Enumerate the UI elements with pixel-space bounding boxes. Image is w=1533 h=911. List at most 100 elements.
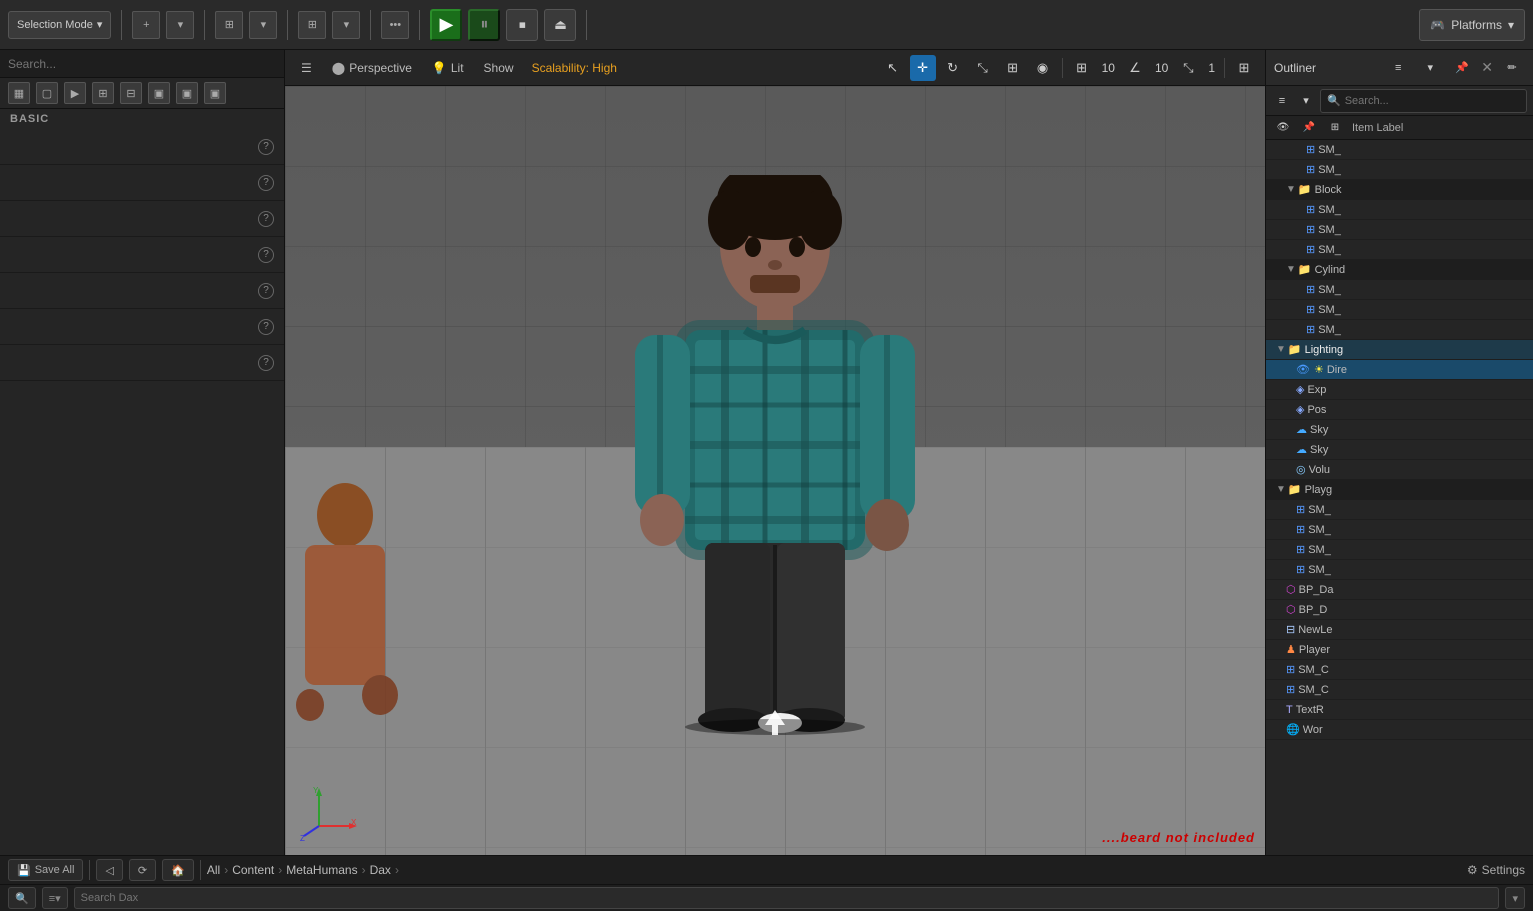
list-item[interactable]: ? (0, 201, 284, 237)
mode-icon-8[interactable]: ▣ (204, 82, 226, 104)
snap-dropdown[interactable]: ▾ (249, 11, 277, 39)
search-icon-button[interactable]: 🔍 (8, 887, 36, 909)
breadcrumb-dax[interactable]: Dax (370, 863, 391, 877)
tree-item[interactable]: ⊞ SM_ (1266, 220, 1533, 240)
help-icon-5[interactable]: ? (258, 283, 274, 299)
help-icon-3[interactable]: ? (258, 211, 274, 227)
outliner-close-button[interactable]: ✕ (1481, 59, 1493, 76)
outliner-pin-button[interactable]: 📌 (1449, 55, 1475, 81)
tree-item[interactable]: ⊞ SM_ (1266, 320, 1533, 340)
tree-item[interactable]: ⊞ SM_ (1266, 540, 1533, 560)
add-actor-dropdown[interactable]: ▾ (166, 11, 194, 39)
surface-snapping-button[interactable]: ⊞ (1000, 55, 1026, 81)
breadcrumb-metahumans[interactable]: MetaHumans (286, 863, 357, 877)
list-item[interactable]: ? (0, 165, 284, 201)
tree-folder-lighting[interactable]: ▼ 📁 Lighting (1266, 340, 1533, 360)
tree-item-bpd[interactable]: ⬡ BP_D (1266, 600, 1533, 620)
outliner-search-bar[interactable]: 🔍 (1320, 89, 1527, 113)
lit-button[interactable]: 💡 Lit (424, 58, 472, 78)
stop-button[interactable]: ⏹ (506, 9, 538, 41)
list-item[interactable]: ? (0, 129, 284, 165)
build-dropdown[interactable]: ▾ (332, 11, 360, 39)
outliner-settings-button[interactable]: ▾ (1417, 55, 1443, 81)
list-item[interactable]: ? (0, 273, 284, 309)
content-search-input[interactable] (81, 892, 1493, 904)
save-all-button[interactable]: 💾 Save All (8, 859, 83, 881)
tree-item[interactable]: ⊞ SM_ (1266, 140, 1533, 160)
platforms-button[interactable]: 🎮 Platforms ▾ (1419, 9, 1525, 41)
outliner-edit-button[interactable]: ✏ (1499, 55, 1525, 81)
tree-item[interactable]: ⊞ SM_ (1266, 200, 1533, 220)
filter-button[interactable]: ≡▾ (42, 887, 68, 909)
snap-button[interactable]: ⊞ (215, 11, 243, 39)
expand-arrow[interactable]: ▼ (1276, 344, 1286, 355)
tree-folder-block[interactable]: ▼ 📁 Block (1266, 180, 1533, 200)
expand-arrow[interactable]: ▼ (1276, 484, 1286, 495)
outliner-search-input[interactable] (1345, 95, 1520, 107)
pause-button[interactable]: ⏸ (468, 9, 500, 41)
dropdown-filter-button[interactable]: ▾ (1505, 887, 1525, 909)
maximize-viewport-button[interactable]: ⊞ (1231, 55, 1257, 81)
help-icon-7[interactable]: ? (258, 355, 274, 371)
settings-button[interactable]: ⚙ Settings (1467, 863, 1525, 877)
tree-item-directional[interactable]: 👁 ☀ Dire (1266, 360, 1533, 380)
show-button[interactable]: Show (476, 58, 522, 78)
help-icon-1[interactable]: ? (258, 139, 274, 155)
tree-item[interactable]: ⊞ SM_ (1266, 560, 1533, 580)
left-search-bar[interactable] (0, 50, 284, 78)
tree-item[interactable]: ⊞ SM_ (1266, 240, 1533, 260)
more-options-button[interactable]: ••• (381, 11, 409, 39)
tree-item[interactable]: ⊞ SM_ (1266, 520, 1533, 540)
tree-folder-cylinder[interactable]: ▼ 📁 Cylind (1266, 260, 1533, 280)
tree-item[interactable]: ⊞ SM_ (1266, 280, 1533, 300)
mode-icon-4[interactable]: ⊞ (92, 82, 114, 104)
mode-icon-7[interactable]: ▣ (176, 82, 198, 104)
tree-item[interactable]: ☁ Sky (1266, 440, 1533, 460)
tree-item[interactable]: ☁ Sky (1266, 420, 1533, 440)
list-item[interactable]: ? (0, 345, 284, 381)
tree-item[interactable]: ◈ Exp (1266, 380, 1533, 400)
grid-button[interactable]: ⊞ (1069, 55, 1095, 81)
play-button[interactable]: ▶ (430, 9, 462, 41)
expand-arrow[interactable]: ▼ (1286, 264, 1296, 275)
outliner-sort-dropdown[interactable]: ▾ (1296, 91, 1316, 111)
outliner-list[interactable]: ⊞ SM_ ⊞ SM_ ▼ 📁 Block ⊞ SM_ ⊞ SM_ (1266, 140, 1533, 855)
angle-snap-button[interactable]: ∠ (1122, 55, 1148, 81)
perspective-button[interactable]: ⬤ Perspective (324, 58, 420, 78)
scale-snap-button[interactable]: ⤡ (1175, 55, 1201, 81)
mode-icon-5[interactable]: ⊟ (120, 82, 142, 104)
scalability-badge[interactable]: Scalability: High (526, 59, 623, 77)
expand-arrow[interactable]: ▼ (1286, 184, 1296, 195)
tree-item-wor[interactable]: 🌐 Wor (1266, 720, 1533, 740)
help-icon-2[interactable]: ? (258, 175, 274, 191)
content-search-box[interactable] (74, 887, 1500, 909)
breadcrumb-content[interactable]: Content (232, 863, 274, 877)
tree-item[interactable]: ⊞ SM_ (1266, 500, 1533, 520)
mode-icon-6[interactable]: ▣ (148, 82, 170, 104)
history-forward-button[interactable]: ⟳ (129, 859, 156, 881)
list-item[interactable]: ? (0, 237, 284, 273)
mode-icon-1[interactable]: ▦ (8, 82, 30, 104)
tree-item[interactable]: ◎ Volu (1266, 460, 1533, 480)
eject-button[interactable]: ⏏ (544, 9, 576, 41)
camera-speed-button[interactable]: ◉ (1030, 55, 1056, 81)
mode-icon-3[interactable]: ▶ (64, 82, 86, 104)
visibility-icon[interactable]: 👁 (1296, 363, 1310, 376)
left-search-input[interactable] (8, 57, 276, 71)
tree-item-textr[interactable]: T TextR (1266, 700, 1533, 720)
scale-tool-button[interactable]: ⤡ (970, 55, 996, 81)
outliner-sort-button[interactable]: ≡ (1272, 91, 1292, 111)
outliner-filter-button[interactable]: ≡ (1385, 55, 1411, 81)
viewport-menu-button[interactable]: ☰ (293, 58, 320, 78)
tree-item[interactable]: ◈ Pos (1266, 400, 1533, 420)
history-back-button[interactable]: ◁ (96, 859, 122, 881)
root-folder-button[interactable]: 🏠 (162, 859, 194, 881)
help-icon-6[interactable]: ? (258, 319, 274, 335)
viewport-canvas[interactable]: X Y Z ....beard not included (285, 86, 1265, 855)
mode-icon-2[interactable]: ▢ (36, 82, 58, 104)
viewport[interactable]: ☰ ⬤ Perspective 💡 Lit Show Scalability: … (285, 50, 1265, 855)
selection-mode-button[interactable]: Selection Mode ▾ (8, 11, 111, 39)
rotate-tool-button[interactable]: ↻ (940, 55, 966, 81)
add-actor-button[interactable]: + (132, 11, 160, 39)
list-item[interactable]: ? (0, 309, 284, 345)
